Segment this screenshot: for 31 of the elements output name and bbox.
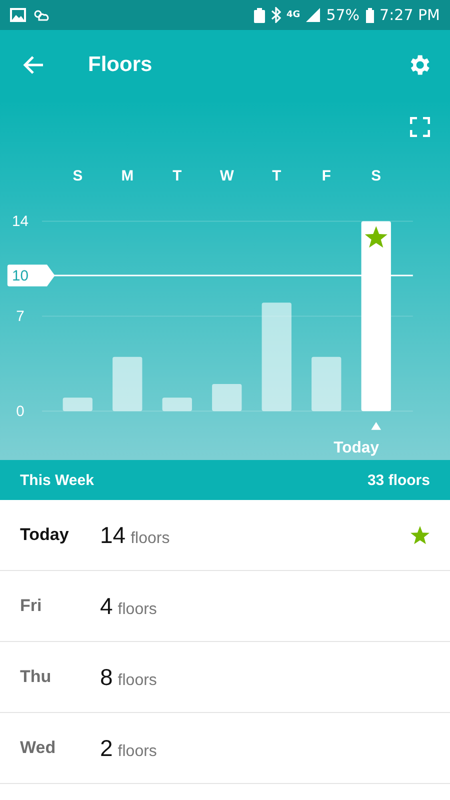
unit-label: floors xyxy=(118,742,158,760)
day-label: Wed xyxy=(20,738,57,758)
floor-count: 4 xyxy=(100,592,113,620)
day-label: W xyxy=(220,169,234,186)
unit-label: floors xyxy=(118,672,158,690)
unit-label: floors xyxy=(118,600,158,618)
axis-label: 0 xyxy=(16,404,24,420)
battery-percent: 57% xyxy=(326,6,360,24)
day-label: T xyxy=(172,169,182,186)
floor-count: 8 xyxy=(100,664,113,690)
floor-count: 2 xyxy=(100,734,113,762)
day-label: Fri xyxy=(20,596,43,616)
axis-label: 7 xyxy=(16,310,24,326)
floor-count: 14 xyxy=(100,522,126,548)
day-label: M xyxy=(121,169,134,186)
period-label: This Week xyxy=(20,472,94,488)
day-label: Today xyxy=(20,525,70,545)
goal-tag: 10 xyxy=(7,265,55,287)
total-label: 33 floors xyxy=(367,472,430,488)
day-label: T xyxy=(272,169,282,186)
day-label: Thu xyxy=(20,667,52,687)
ref-line-label: 10 xyxy=(12,268,29,285)
day-label: S xyxy=(72,169,83,186)
network-label: 4G xyxy=(286,10,300,20)
unit-label: floors xyxy=(130,530,171,548)
day-label: F xyxy=(322,169,331,186)
today-label: Today xyxy=(334,440,380,458)
axis-label: 14 xyxy=(12,214,29,231)
clock: 7:27 PM xyxy=(380,6,440,24)
page-title: Floors xyxy=(88,53,154,77)
day-label: S xyxy=(371,169,382,186)
